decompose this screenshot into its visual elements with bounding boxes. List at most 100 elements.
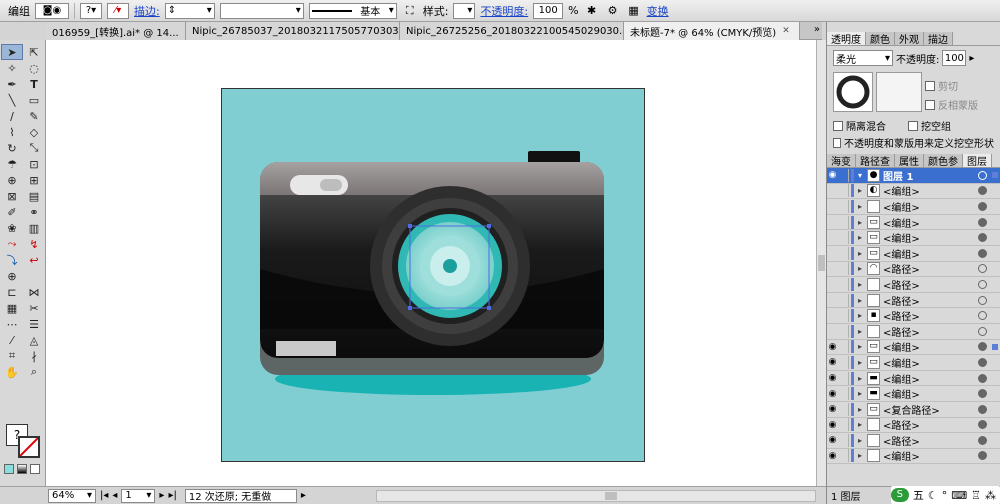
layer-name[interactable]: <编组> (883, 230, 978, 245)
eyedropper-alt-tool-icon[interactable]: ⁄ (1, 332, 23, 348)
target-circle-icon[interactable] (978, 217, 987, 227)
knife-tool-icon[interactable]: ∤ (23, 348, 45, 364)
magic-wand-tool-icon[interactable]: ✧ (1, 60, 23, 76)
ime-logo-icon[interactable]: S (890, 488, 909, 502)
selection-handle[interactable] (487, 306, 491, 310)
visibility-eye-icon[interactable]: ◉ (827, 419, 838, 430)
selection-indicator[interactable] (992, 406, 998, 412)
selection-indicator[interactable] (992, 219, 998, 225)
lock-toggle[interactable] (838, 402, 849, 416)
lock-toggle[interactable] (838, 387, 849, 401)
selection-indicator[interactable] (992, 203, 998, 209)
brush-definition-dropdown[interactable]: 基本 ▾ (308, 2, 397, 19)
grid-icon[interactable]: ⁂ (985, 489, 996, 502)
prev-artboard-icon[interactable]: ◂ (112, 490, 117, 501)
column-graph-tool-icon[interactable]: ▥ (23, 220, 45, 236)
target-circle-icon[interactable] (978, 435, 987, 445)
layer-row[interactable]: ◉ ▸ <路径> (827, 433, 1000, 449)
lock-toggle[interactable] (838, 418, 849, 432)
chevron-right-icon[interactable]: ▸ (856, 264, 864, 273)
selection-mode-button[interactable]: ◙◉ (35, 2, 69, 19)
graph-tool-icon[interactable]: ▦ (1, 300, 23, 316)
stroke-swatch[interactable] (18, 436, 40, 458)
target-circle-icon[interactable] (978, 389, 987, 399)
chevron-right-icon[interactable]: ▸ (856, 186, 864, 195)
layer-row[interactable]: ▸ ▭ <编组> (827, 215, 1000, 231)
type-tool-icon[interactable]: T (23, 76, 45, 92)
selection-indicator[interactable] (992, 172, 998, 179)
line-tool-icon[interactable]: ╲ (1, 92, 23, 108)
rotate-tool-icon[interactable]: ↻ (1, 140, 23, 156)
layer-row-top[interactable]: ◉ ▾ ● 图层 1 (827, 168, 1000, 184)
status-info-box[interactable]: 12 次还原; 无重做 (184, 488, 297, 503)
target-circle-icon[interactable] (978, 373, 987, 383)
layer-name[interactable]: <编组> (883, 246, 978, 261)
visibility-eye-icon[interactable]: ◉ (827, 170, 838, 181)
chevron-right-icon[interactable]: ▸ (856, 249, 864, 258)
target-circle-icon[interactable] (978, 186, 987, 196)
lock-toggle[interactable] (838, 231, 849, 245)
artboard[interactable] (221, 88, 645, 462)
layer-name[interactable]: <复合路径> (883, 402, 978, 417)
direct-selection-tool-icon[interactable]: ⇱ (23, 44, 45, 60)
eyedropper-tool-icon[interactable]: ✐ (1, 204, 23, 220)
layer-row[interactable]: ▸ ◐ <编组> (827, 184, 1000, 200)
pen-tool-icon[interactable]: ✒ (1, 76, 23, 92)
lock-toggle[interactable] (838, 215, 849, 229)
selection-indicator[interactable] (992, 188, 998, 194)
zoom-dropdown[interactable]: 64% ▾ (48, 488, 96, 503)
layer-name[interactable]: <路径> (883, 417, 978, 432)
chevron-down-icon[interactable]: ▾ (856, 171, 864, 180)
layer-row[interactable]: ▸ ◠ <路径> (827, 262, 1000, 278)
layer-row[interactable]: ▸ <编组> (827, 199, 1000, 215)
panel-opacity-input[interactable]: 100 (942, 50, 967, 66)
chevron-right-icon[interactable]: ▸ (856, 405, 864, 414)
tab-stroke[interactable]: 描边 (924, 32, 953, 46)
target-circle-icon[interactable] (978, 233, 987, 243)
isolate-blending-checkbox[interactable] (833, 120, 843, 131)
selection-handle[interactable] (487, 224, 491, 228)
visibility-eye-icon[interactable] (827, 295, 838, 306)
target-circle-icon[interactable] (978, 295, 987, 305)
visibility-eye-icon[interactable]: ◉ (827, 373, 838, 384)
selection-indicator[interactable] (992, 343, 998, 350)
blob-brush-tool-icon[interactable]: ⌇ (1, 124, 23, 140)
transform-link[interactable]: 变换 (647, 3, 669, 19)
layer-name[interactable]: <路径> (883, 277, 978, 292)
shirt-icon[interactable]: ♖ (971, 489, 981, 502)
layer-name[interactable]: <路径> (883, 324, 978, 339)
tab-swatches[interactable]: 海变 (827, 154, 856, 168)
chevron-right-icon[interactable]: ▸ (856, 296, 864, 305)
visibility-eye-icon[interactable] (827, 263, 838, 274)
chevron-right-icon[interactable]: ▸ (856, 420, 864, 429)
lock-toggle[interactable] (838, 433, 849, 447)
visibility-eye-icon[interactable] (827, 279, 838, 290)
selection-indicator[interactable] (992, 375, 998, 381)
stroke-label[interactable]: 描边: (134, 3, 160, 19)
tab-pathfinder[interactable]: 路径查 (856, 154, 895, 168)
tab-document-3[interactable]: Nipic_26725256_20180322100545029030.ai* … (400, 22, 624, 40)
lock-toggle[interactable] (838, 168, 849, 182)
layer-row[interactable]: ◉ ▸ <编组> (827, 449, 1000, 465)
perspective-grid-tool-icon[interactable]: ⊞ (23, 172, 45, 188)
moon-icon[interactable]: ☾ (928, 489, 938, 502)
selection-handle[interactable] (408, 306, 412, 310)
tab-document-1[interactable]: 016959_[转换].ai* @ 14... (46, 22, 186, 40)
scroll-thumb[interactable] (605, 492, 617, 500)
paintbrush-tool-icon[interactable]: ∕ (1, 108, 23, 124)
mask-thumbnail[interactable] (876, 72, 922, 112)
tab-attributes[interactable]: 属性 (895, 154, 924, 168)
lock-toggle[interactable] (838, 184, 849, 198)
layer-row[interactable]: ▸ <路径> (827, 293, 1000, 309)
visibility-eye-icon[interactable]: ◉ (827, 341, 838, 352)
layer-name[interactable]: <路径> (883, 261, 978, 276)
target-circle-icon[interactable] (978, 357, 987, 367)
lasso-tool-icon[interactable]: ◌ (23, 60, 45, 76)
visibility-eye-icon[interactable] (827, 232, 838, 243)
layer-name[interactable]: <编组> (883, 355, 978, 370)
color-mode-icon[interactable] (4, 464, 14, 474)
visibility-eye-icon[interactable] (827, 248, 838, 259)
artboard-number-dropdown[interactable]: 1 ▾ (121, 488, 156, 503)
selection-indicator[interactable] (992, 422, 998, 428)
target-circle-icon[interactable] (978, 311, 987, 321)
